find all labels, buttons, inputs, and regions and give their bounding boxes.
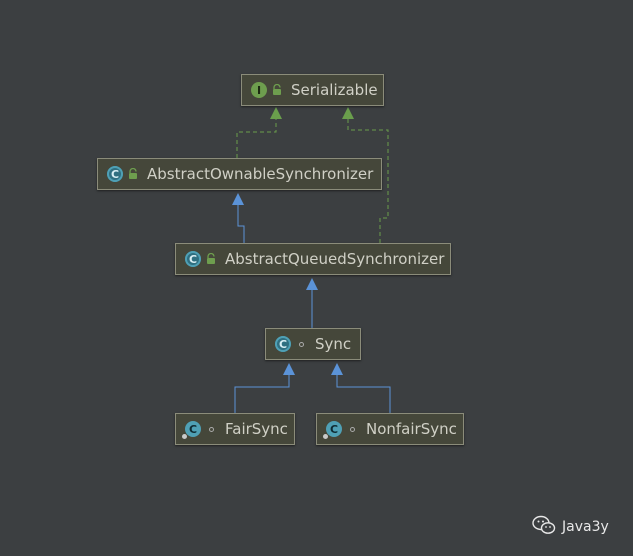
- public-lock-icon: [128, 168, 138, 180]
- node-label: NonfairSync: [366, 420, 457, 438]
- node-label: Sync: [315, 335, 352, 353]
- edge-fairsync-extends-sync: [234, 363, 295, 413]
- edge-nonfairsync-extends-sync: [331, 363, 391, 413]
- edge-sync-extends-aqs: [306, 278, 318, 328]
- abstract-class-icon: C: [185, 251, 201, 267]
- node-serializable[interactable]: I Serializable: [241, 74, 384, 106]
- node-label: FairSync: [225, 420, 288, 438]
- static-class-icon: C: [323, 421, 342, 439]
- package-private-icon: [206, 423, 216, 435]
- arrowhead: [342, 107, 354, 119]
- interface-icon: I: [251, 82, 267, 98]
- arrowhead: [270, 107, 282, 119]
- arrowhead: [331, 363, 343, 375]
- public-lock-icon: [272, 84, 282, 96]
- arrowhead: [283, 363, 295, 375]
- package-private-icon: [296, 338, 306, 350]
- edge-aqs-extends-aos: [232, 193, 245, 243]
- package-private-icon: [347, 423, 357, 435]
- static-class-icon: C: [182, 421, 201, 439]
- watermark-text: Java3y: [562, 519, 609, 535]
- node-label: AbstractOwnableSynchronizer: [147, 165, 374, 183]
- node-fairsync[interactable]: C FairSync: [175, 413, 295, 445]
- abstract-class-icon: C: [275, 336, 291, 352]
- node-abstract-ownable-synchronizer[interactable]: C AbstractOwnableSynchronizer: [97, 158, 382, 190]
- abstract-class-icon: C: [107, 166, 123, 182]
- wechat-icon: [532, 515, 556, 539]
- watermark: Java3y: [532, 515, 609, 539]
- edge-aos-implements-serializable: [236, 107, 282, 158]
- node-sync[interactable]: C Sync: [265, 328, 361, 360]
- node-label: Serializable: [291, 81, 378, 99]
- node-nonfairsync[interactable]: C NonfairSync: [316, 413, 464, 445]
- arrowhead: [232, 193, 244, 205]
- node-abstract-queued-synchronizer[interactable]: C AbstractQueuedSynchronizer: [175, 243, 451, 275]
- public-lock-icon: [206, 253, 216, 265]
- arrowhead: [306, 278, 318, 290]
- node-label: AbstractQueuedSynchronizer: [225, 250, 445, 268]
